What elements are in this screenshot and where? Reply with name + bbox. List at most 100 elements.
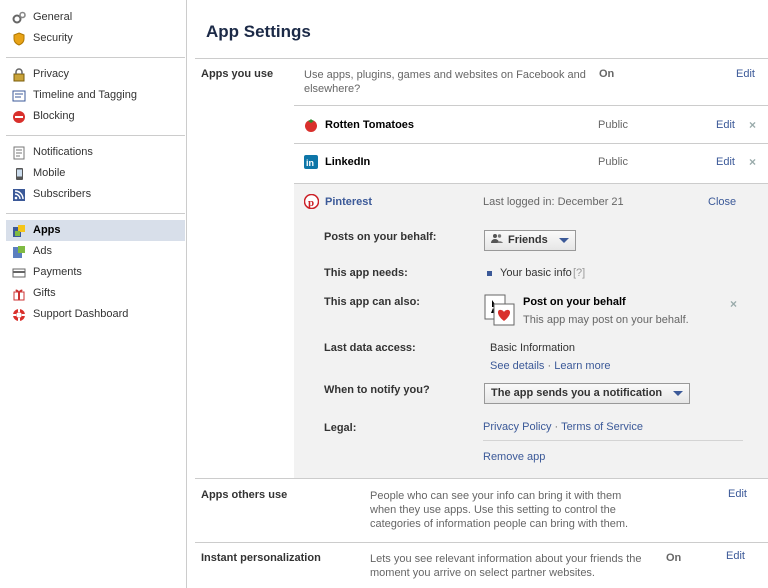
- sidebar-item-payments[interactable]: Payments: [6, 262, 185, 283]
- block-icon: [12, 110, 26, 124]
- sidebar-item-apps[interactable]: Apps: [6, 220, 185, 241]
- divider: [195, 542, 768, 543]
- sidebar-item-label: Subscribers: [33, 188, 92, 200]
- ads-icon: [12, 245, 26, 259]
- pinterest-close-link[interactable]: Close: [708, 196, 736, 208]
- app-name-pinterest[interactable]: Pinterest: [325, 196, 372, 208]
- remove-app-button[interactable]: ×: [749, 118, 756, 132]
- notification-dropdown[interactable]: The app sends you a notification: [484, 383, 691, 404]
- sidebar-item-label: Ads: [33, 245, 52, 257]
- sidebar-group-notifications: Notifications Mobile Subscribers: [6, 136, 185, 214]
- sidebar-item-label: Security: [33, 32, 73, 44]
- sidebar-item-security[interactable]: Security: [6, 28, 185, 49]
- sidebar-item-label: Payments: [33, 266, 82, 278]
- apps-you-use-edit-link[interactable]: Edit: [736, 68, 755, 80]
- sidebar-item-label: Gifts: [33, 287, 56, 299]
- lock-icon: [12, 67, 26, 82]
- last-data-access-label: Last data access:: [324, 342, 416, 354]
- app-edit-link[interactable]: Edit: [716, 119, 735, 131]
- sidebar-item-privacy[interactable]: Privacy: [6, 64, 185, 85]
- see-details-link[interactable]: See details: [490, 360, 544, 372]
- rss-icon: [12, 188, 26, 202]
- divider: [294, 105, 768, 106]
- audience-dropdown-value: Friends: [508, 234, 548, 246]
- apps-others-use-description: People who can see your info can bring i…: [370, 490, 629, 530]
- last-data-access-value: Basic Information: [490, 342, 575, 354]
- linkedin-icon: in: [304, 155, 318, 172]
- post-permission-description: This app may post on your behalf.: [523, 314, 689, 326]
- learn-more-link[interactable]: Learn more: [554, 360, 610, 372]
- timeline-icon: [12, 89, 26, 103]
- sidebar-item-label: Support Dashboard: [33, 308, 129, 320]
- sidebar-item-label: Mobile: [33, 167, 66, 179]
- sidebar-item-mobile[interactable]: Mobile: [6, 163, 185, 184]
- sidebar: General Security Privacy Timeline and Ta…: [0, 0, 185, 588]
- apps-you-use-status: On: [599, 68, 615, 80]
- divider: [483, 440, 743, 441]
- sidebar-item-blocking[interactable]: Blocking: [6, 106, 185, 127]
- sidebar-item-support-dashboard[interactable]: Support Dashboard: [6, 304, 185, 325]
- gift-icon: [12, 287, 26, 301]
- sidebar-item-label: Apps: [33, 224, 61, 236]
- link-separator: ·: [554, 421, 559, 433]
- sidebar-item-label: Timeline and Tagging: [33, 89, 137, 101]
- app-edit-link[interactable]: Edit: [716, 156, 735, 168]
- card-icon: [12, 266, 26, 280]
- divider: [195, 478, 768, 479]
- pinterest-last-login: Last logged in: December 21: [483, 196, 624, 208]
- sidebar-item-ads[interactable]: Ads: [6, 241, 185, 262]
- sidebar-group-apps: Apps Ads Payments Gifts Support Dashboar…: [6, 214, 185, 333]
- sidebar-item-gifts[interactable]: Gifts: [6, 283, 185, 304]
- link-separator: ·: [547, 360, 552, 372]
- mobile-icon: [12, 167, 26, 181]
- chevron-down-icon: [673, 391, 684, 396]
- apps-others-use-label: Apps others use: [201, 489, 288, 501]
- sidebar-item-general[interactable]: General: [6, 7, 185, 28]
- divider: [294, 143, 768, 144]
- terms-of-service-link[interactable]: Terms of Service: [561, 421, 643, 433]
- remove-permission-button[interactable]: ×: [730, 297, 737, 311]
- sidebar-item-label: Privacy: [33, 68, 70, 80]
- app-name-linkedin[interactable]: LinkedIn: [325, 156, 370, 168]
- remove-app-link[interactable]: Remove app: [483, 451, 545, 463]
- posts-on-behalf-label: Posts on your behalf:: [324, 231, 437, 243]
- pinterest-icon: p: [303, 193, 320, 212]
- instant-personalization-label: Instant personalization: [201, 552, 321, 564]
- main-content: App Settings Apps you use Use apps, plug…: [187, 0, 768, 588]
- remove-app-button[interactable]: ×: [749, 155, 756, 169]
- apps-you-use-description: Use apps, plugins, games and websites on…: [304, 69, 586, 95]
- apps-you-use-label: Apps you use: [201, 68, 274, 80]
- instant-personalization-description: Lets you see relevant information about …: [370, 553, 642, 579]
- bullet-icon: [487, 271, 492, 276]
- app-name-rotten-tomatoes[interactable]: Rotten Tomatoes: [325, 119, 414, 131]
- sidebar-item-label: General: [33, 11, 73, 23]
- lifebuoy-icon: [12, 308, 26, 322]
- instant-personalization-edit-link[interactable]: Edit: [726, 550, 745, 562]
- tomato-icon: [304, 118, 318, 135]
- privacy-policy-link[interactable]: Privacy Policy: [483, 421, 551, 433]
- sidebar-item-timeline-and-tagging[interactable]: Timeline and Tagging: [6, 85, 185, 106]
- sidebar-item-subscribers[interactable]: Subscribers: [6, 184, 185, 205]
- instant-personalization-status: On: [666, 552, 682, 564]
- help-link[interactable]: [?]: [573, 267, 585, 279]
- page-title: App Settings: [206, 22, 311, 41]
- divider: [195, 58, 768, 59]
- notification-dropdown-value: The app sends you a notification: [491, 387, 663, 399]
- pinterest-settings-panel: [294, 183, 768, 478]
- app-visibility: Public: [598, 119, 628, 131]
- app-visibility: Public: [598, 156, 628, 168]
- data-access-links: See details · Learn more: [490, 360, 611, 372]
- apps-others-use-edit-link[interactable]: Edit: [728, 488, 747, 500]
- audience-dropdown[interactable]: Friends: [484, 230, 576, 251]
- post-permission-icon: [484, 294, 516, 329]
- legal-links: Privacy Policy · Terms of Service: [483, 421, 643, 433]
- apps-icon: [12, 224, 26, 238]
- friends-icon: [491, 231, 503, 250]
- post-permission-title: Post on your behalf: [523, 296, 626, 308]
- sidebar-group-privacy: Privacy Timeline and Tagging Blocking: [6, 58, 185, 136]
- svg-text:in: in: [306, 158, 314, 168]
- chevron-down-icon: [558, 238, 569, 243]
- gears-icon: [12, 11, 26, 25]
- sidebar-group-account: General Security: [6, 0, 185, 58]
- sidebar-item-notifications[interactable]: Notifications: [6, 142, 185, 163]
